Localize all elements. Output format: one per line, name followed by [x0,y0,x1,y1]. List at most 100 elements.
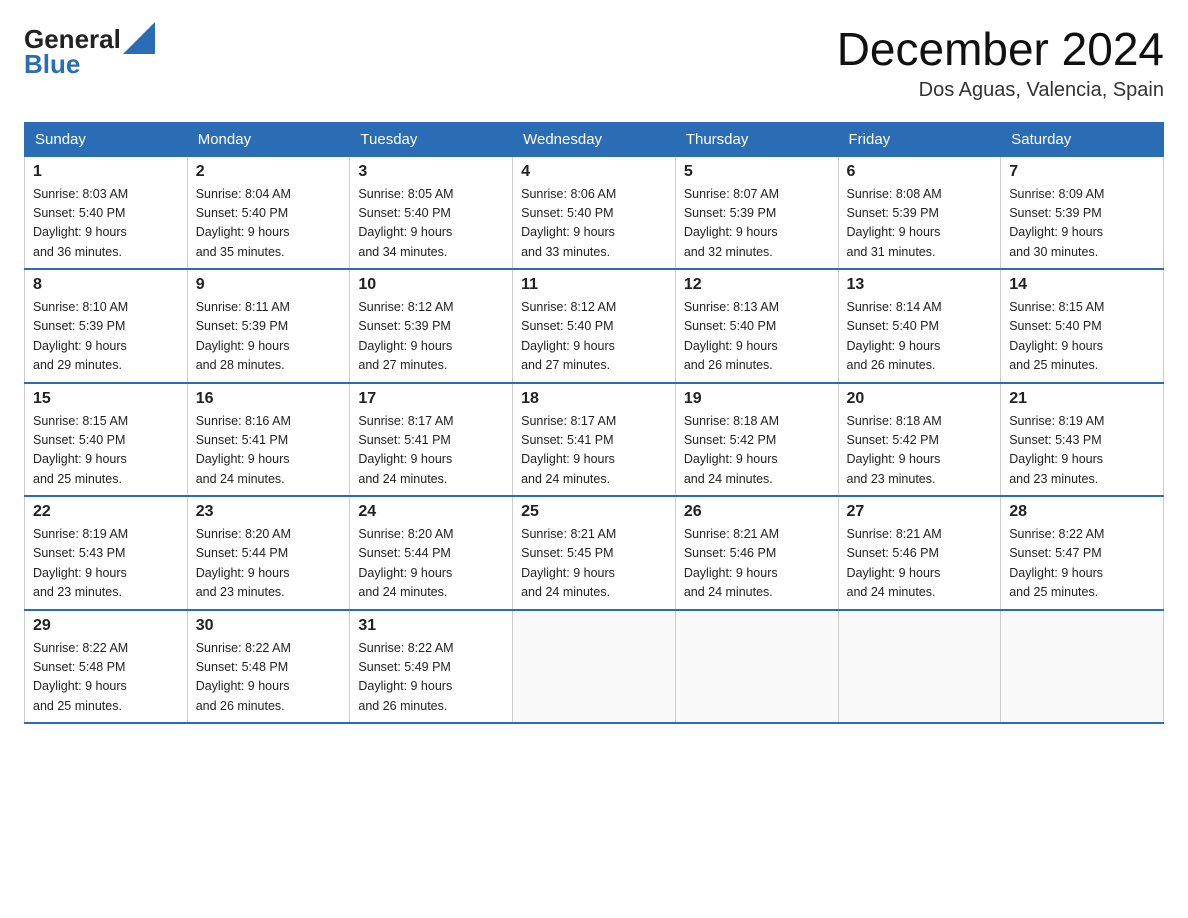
logo: General Blue [24,24,155,80]
day-number: 31 [358,617,504,635]
calendar-week-5: 29Sunrise: 8:22 AMSunset: 5:48 PMDayligh… [25,610,1164,724]
day-info: Sunrise: 8:03 AMSunset: 5:40 PMDaylight:… [33,185,179,263]
day-info: Sunrise: 8:06 AMSunset: 5:40 PMDaylight:… [521,185,667,263]
day-info: Sunrise: 8:18 AMSunset: 5:42 PMDaylight:… [684,412,830,490]
calendar-week-4: 22Sunrise: 8:19 AMSunset: 5:43 PMDayligh… [25,496,1164,610]
column-header-thursday: Thursday [675,122,838,156]
day-info: Sunrise: 8:13 AMSunset: 5:40 PMDaylight:… [684,298,830,376]
calendar-cell: 11 Sunrise: 8:12 AMSunset: 5:40 PMDayligh… [513,269,676,383]
day-info: Sunrise: 8:19 AMSunset: 5:43 PMDaylight:… [33,525,179,603]
calendar-week-2: 8 Sunrise: 8:10 AMSunset: 5:39 PMDaylight… [25,269,1164,383]
day-number: 7 [1009,163,1155,181]
day-number: 27 [847,503,993,521]
day-number: 26 [684,503,830,521]
calendar-cell: 30 Sunrise: 8:22 AMSunset: 5:48 PMDayligh… [187,610,350,724]
logo-blue: Blue [24,49,80,80]
day-number: 6 [847,163,993,181]
calendar-header-row: SundayMondayTuesdayWednesdayThursdayFrid… [25,122,1164,156]
calendar-cell: 17Sunrise: 8:17 AMSunset: 5:41 PMDayligh… [350,383,513,497]
calendar-cell: 8 Sunrise: 8:10 AMSunset: 5:39 PMDaylight… [25,269,188,383]
day-info: Sunrise: 8:18 AMSunset: 5:42 PMDaylight:… [847,412,993,490]
day-info: Sunrise: 8:04 AMSunset: 5:40 PMDaylight:… [196,185,342,263]
calendar-cell: 7 Sunrise: 8:09 AMSunset: 5:39 PMDaylight… [1001,156,1164,269]
day-info: Sunrise: 8:11 AMSunset: 5:39 PMDaylight:… [196,298,342,376]
calendar-cell: 5 Sunrise: 8:07 AMSunset: 5:39 PMDaylight… [675,156,838,269]
calendar-cell [838,610,1001,724]
day-number: 28 [1009,503,1155,521]
day-info: Sunrise: 8:22 AMSunset: 5:48 PMDaylight:… [33,639,179,717]
title-block: December 2024 Dos Aguas, Valencia, Spain [837,24,1164,102]
calendar-cell: 10Sunrise: 8:12 AMSunset: 5:39 PMDayligh… [350,269,513,383]
day-number: 18 [521,390,667,408]
calendar-cell: 25Sunrise: 8:21 AMSunset: 5:45 PMDayligh… [513,496,676,610]
day-number: 11 [521,276,667,294]
day-number: 3 [358,163,504,181]
calendar-cell: 2 Sunrise: 8:04 AMSunset: 5:40 PMDaylight… [187,156,350,269]
day-info: Sunrise: 8:15 AMSunset: 5:40 PMDaylight:… [1009,298,1155,376]
day-info: Sunrise: 8:12 AMSunset: 5:40 PMDaylight:… [521,298,667,376]
calendar-cell: 20 Sunrise: 8:18 AMSunset: 5:42 PMDayligh… [838,383,1001,497]
day-info: Sunrise: 8:15 AMSunset: 5:40 PMDaylight:… [33,412,179,490]
day-info: Sunrise: 8:22 AMSunset: 5:49 PMDaylight:… [358,639,504,717]
page-header: General Blue December 2024 Dos Aguas, Va… [24,24,1164,102]
calendar-cell: 16 Sunrise: 8:16 AMSunset: 5:41 PMDayligh… [187,383,350,497]
day-number: 25 [521,503,667,521]
calendar-week-1: 1 Sunrise: 8:03 AMSunset: 5:40 PMDaylight… [25,156,1164,269]
day-number: 17 [358,390,504,408]
day-number: 8 [33,276,179,294]
day-number: 19 [684,390,830,408]
column-header-wednesday: Wednesday [513,122,676,156]
day-number: 20 [847,390,993,408]
calendar-cell: 28 Sunrise: 8:22 AMSunset: 5:47 PMDayligh… [1001,496,1164,610]
calendar-cell: 3 Sunrise: 8:05 AMSunset: 5:40 PMDaylight… [350,156,513,269]
calendar-week-3: 15 Sunrise: 8:15 AMSunset: 5:40 PMDayligh… [25,383,1164,497]
day-number: 16 [196,390,342,408]
column-header-tuesday: Tuesday [350,122,513,156]
day-info: Sunrise: 8:14 AMSunset: 5:40 PMDaylight:… [847,298,993,376]
calendar-body: 1 Sunrise: 8:03 AMSunset: 5:40 PMDaylight… [25,156,1164,723]
day-number: 15 [33,390,179,408]
day-info: Sunrise: 8:22 AMSunset: 5:47 PMDaylight:… [1009,525,1155,603]
day-info: Sunrise: 8:21 AMSunset: 5:46 PMDaylight:… [684,525,830,603]
day-number: 4 [521,163,667,181]
calendar-cell: 1 Sunrise: 8:03 AMSunset: 5:40 PMDaylight… [25,156,188,269]
logo-icon [123,22,155,54]
calendar-cell: 27 Sunrise: 8:21 AMSunset: 5:46 PMDayligh… [838,496,1001,610]
day-info: Sunrise: 8:05 AMSunset: 5:40 PMDaylight:… [358,185,504,263]
calendar-table: SundayMondayTuesdayWednesdayThursdayFrid… [24,122,1164,725]
day-number: 2 [196,163,342,181]
calendar-cell [675,610,838,724]
day-number: 9 [196,276,342,294]
day-info: Sunrise: 8:09 AMSunset: 5:39 PMDaylight:… [1009,185,1155,263]
column-header-sunday: Sunday [25,122,188,156]
day-info: Sunrise: 8:16 AMSunset: 5:41 PMDaylight:… [196,412,342,490]
day-info: Sunrise: 8:20 AMSunset: 5:44 PMDaylight:… [196,525,342,603]
calendar-cell: 18Sunrise: 8:17 AMSunset: 5:41 PMDayligh… [513,383,676,497]
column-header-saturday: Saturday [1001,122,1164,156]
calendar-cell: 13 Sunrise: 8:14 AMSunset: 5:40 PMDayligh… [838,269,1001,383]
calendar-cell: 15 Sunrise: 8:15 AMSunset: 5:40 PMDayligh… [25,383,188,497]
calendar-cell: 21Sunrise: 8:19 AMSunset: 5:43 PMDayligh… [1001,383,1164,497]
day-number: 1 [33,163,179,181]
calendar-cell: 6 Sunrise: 8:08 AMSunset: 5:39 PMDaylight… [838,156,1001,269]
day-info: Sunrise: 8:12 AMSunset: 5:39 PMDaylight:… [358,298,504,376]
day-number: 30 [196,617,342,635]
day-info: Sunrise: 8:22 AMSunset: 5:48 PMDaylight:… [196,639,342,717]
calendar-cell: 26 Sunrise: 8:21 AMSunset: 5:46 PMDayligh… [675,496,838,610]
day-info: Sunrise: 8:20 AMSunset: 5:44 PMDaylight:… [358,525,504,603]
day-info: Sunrise: 8:07 AMSunset: 5:39 PMDaylight:… [684,185,830,263]
day-info: Sunrise: 8:10 AMSunset: 5:39 PMDaylight:… [33,298,179,376]
calendar-cell: 9 Sunrise: 8:11 AMSunset: 5:39 PMDaylight… [187,269,350,383]
calendar-cell: 22Sunrise: 8:19 AMSunset: 5:43 PMDayligh… [25,496,188,610]
day-info: Sunrise: 8:21 AMSunset: 5:46 PMDaylight:… [847,525,993,603]
day-number: 21 [1009,390,1155,408]
calendar-cell: 14 Sunrise: 8:15 AMSunset: 5:40 PMDayligh… [1001,269,1164,383]
day-number: 14 [1009,276,1155,294]
day-number: 13 [847,276,993,294]
day-number: 24 [358,503,504,521]
day-number: 5 [684,163,830,181]
day-info: Sunrise: 8:08 AMSunset: 5:39 PMDaylight:… [847,185,993,263]
day-number: 12 [684,276,830,294]
calendar-cell: 4 Sunrise: 8:06 AMSunset: 5:40 PMDaylight… [513,156,676,269]
calendar-cell: 12 Sunrise: 8:13 AMSunset: 5:40 PMDayligh… [675,269,838,383]
